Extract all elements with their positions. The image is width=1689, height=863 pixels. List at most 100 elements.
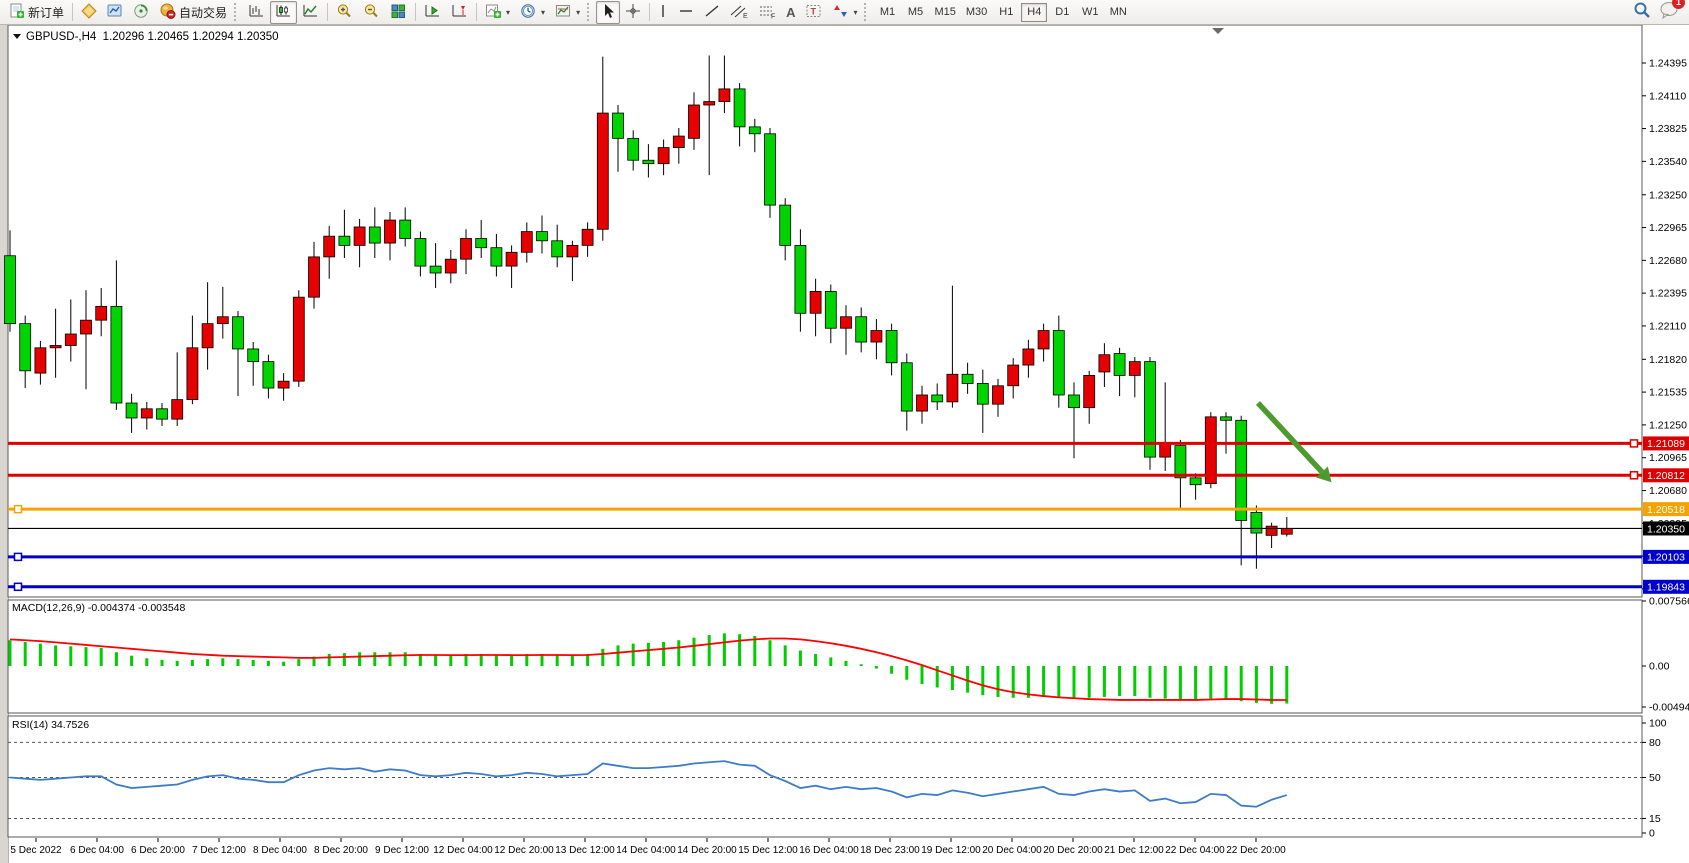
template-button[interactable]: ▾ — [550, 1, 585, 24]
separator — [415, 3, 416, 21]
notifications-button[interactable]: 1 — [1659, 1, 1679, 24]
period-button[interactable]: ▾ — [515, 1, 550, 24]
macd-bar — [769, 640, 772, 666]
time-axis-label: 14 Dec 04:00 — [616, 845, 676, 856]
candle-body — [749, 127, 760, 134]
vertical-line-tool-button[interactable] — [653, 1, 673, 24]
equidistant-channel-icon: E — [730, 3, 748, 22]
macd-bar — [997, 666, 1000, 697]
timeframe-MN[interactable]: MN — [1105, 3, 1131, 22]
price-axis-tick: 1.21535 — [1649, 387, 1687, 399]
bar-chart-mode-button[interactable] — [243, 1, 270, 24]
text-tool-button[interactable]: A — [781, 1, 800, 24]
arrows-tool-button[interactable]: ▾ — [828, 1, 862, 24]
candle-body — [689, 105, 700, 138]
macd-bar — [69, 646, 72, 666]
market-watch-button[interactable] — [76, 1, 102, 24]
auto-scroll-button[interactable] — [419, 1, 446, 24]
search-icon[interactable] — [1633, 1, 1651, 24]
candlestick-mode-button[interactable] — [270, 1, 297, 24]
macd-bar — [723, 633, 726, 666]
horizontal-line-tool-button[interactable] — [673, 1, 699, 24]
tile-windows-button[interactable] — [385, 1, 412, 24]
macd-bar — [662, 642, 665, 666]
macd-bar — [343, 653, 346, 666]
timeframe-M30[interactable]: M30 — [962, 3, 991, 22]
price-axis-tick: 1.20965 — [1649, 452, 1687, 464]
fibonacci-tool-button[interactable]: F — [753, 1, 781, 24]
chart-canvas[interactable]: 1.24395 1.24110 1.23825 1.23540 1.23250 … — [0, 25, 1689, 863]
auto-scroll-icon — [424, 3, 441, 22]
rsi-axis-tick: 80 — [1649, 737, 1661, 749]
candle-body — [1251, 512, 1262, 533]
svg-text:1.20350: 1.20350 — [1647, 523, 1685, 535]
svg-text:1.21089: 1.21089 — [1647, 438, 1685, 450]
macd-bar — [617, 645, 620, 666]
channel-tool-button[interactable]: E — [725, 1, 753, 24]
price-tag: 1.20518 — [1643, 502, 1689, 516]
macd-bar — [905, 666, 908, 680]
candle-body — [597, 113, 608, 229]
trendline-tool-button[interactable] — [699, 1, 725, 24]
candle-body — [445, 259, 456, 273]
add-indicator-button[interactable]: ▾ — [480, 1, 515, 24]
svg-text:1.20518: 1.20518 — [1647, 504, 1685, 516]
zoom-in-button[interactable] — [331, 1, 358, 24]
price-axis-tick: 1.22965 — [1649, 222, 1687, 234]
dropdown-caret-icon: ▾ — [541, 8, 545, 17]
candle-body — [309, 257, 320, 297]
time-axis-label: 7 Dec 12:00 — [192, 845, 246, 856]
svg-text:1.20812: 1.20812 — [1647, 470, 1685, 482]
candle-body — [217, 317, 228, 324]
macd-bar — [358, 652, 361, 666]
macd-axis-tick: 0.00 — [1649, 661, 1670, 673]
timeframe-H1[interactable]: H1 — [993, 3, 1019, 22]
macd-bar — [191, 660, 194, 666]
separator — [72, 3, 73, 21]
separator — [476, 3, 477, 21]
dropdown-caret-icon: ▾ — [576, 8, 580, 17]
macd-bar — [1088, 666, 1091, 698]
macd-axis-tick: 0.007566 — [1649, 596, 1689, 608]
navigator-button[interactable] — [128, 1, 154, 24]
macd-bar — [875, 666, 878, 669]
macd-bar — [1164, 666, 1167, 699]
macd-bar — [677, 640, 680, 666]
candle-body — [1038, 331, 1049, 349]
timeframe-W1[interactable]: W1 — [1077, 3, 1103, 22]
timeframe-bar: M1M5M15M30H1H4D1W1MN — [873, 3, 1132, 22]
vertical-line-icon — [658, 3, 668, 22]
candle-body — [430, 266, 441, 273]
chart-shift-button[interactable] — [446, 1, 473, 24]
candle-body — [537, 232, 548, 241]
candle-body — [172, 400, 183, 420]
rsi-axis-tick: 100 — [1649, 718, 1667, 730]
time-axis-label: 19 Dec 12:00 — [921, 845, 981, 856]
cursor-tool-button[interactable] — [596, 1, 620, 24]
new-order-label: 新订单 — [28, 4, 64, 21]
time-axis-label: 9 Dec 12:00 — [375, 845, 429, 856]
candle-body — [1175, 446, 1186, 478]
timeframe-M15[interactable]: M15 — [930, 3, 959, 22]
time-axis-label: 6 Dec 20:00 — [131, 845, 185, 856]
crosshair-icon — [625, 3, 641, 22]
timeframe-M1[interactable]: M1 — [874, 3, 900, 22]
macd-bar — [297, 659, 300, 666]
text-label-tool-button[interactable]: T — [800, 1, 828, 24]
candle-body — [719, 89, 730, 102]
data-window-button[interactable] — [102, 1, 128, 24]
timeframe-H4[interactable]: H4 — [1021, 3, 1047, 22]
line-chart-mode-button[interactable] — [297, 1, 324, 24]
candle-body — [613, 113, 624, 138]
new-order-button[interactable]: 新订单 — [4, 1, 69, 24]
auto-trading-button[interactable]: 自动交易 — [154, 1, 232, 24]
crosshair-tool-button[interactable] — [620, 1, 646, 24]
macd-bar — [951, 666, 954, 690]
timeframe-M5[interactable]: M5 — [902, 3, 928, 22]
candle-body — [628, 138, 639, 160]
zoom-out-button[interactable] — [358, 1, 385, 24]
timeframe-D1[interactable]: D1 — [1049, 3, 1075, 22]
text-tool-icon: A — [786, 5, 795, 20]
candle-body — [339, 236, 350, 245]
candle-body — [658, 148, 669, 164]
